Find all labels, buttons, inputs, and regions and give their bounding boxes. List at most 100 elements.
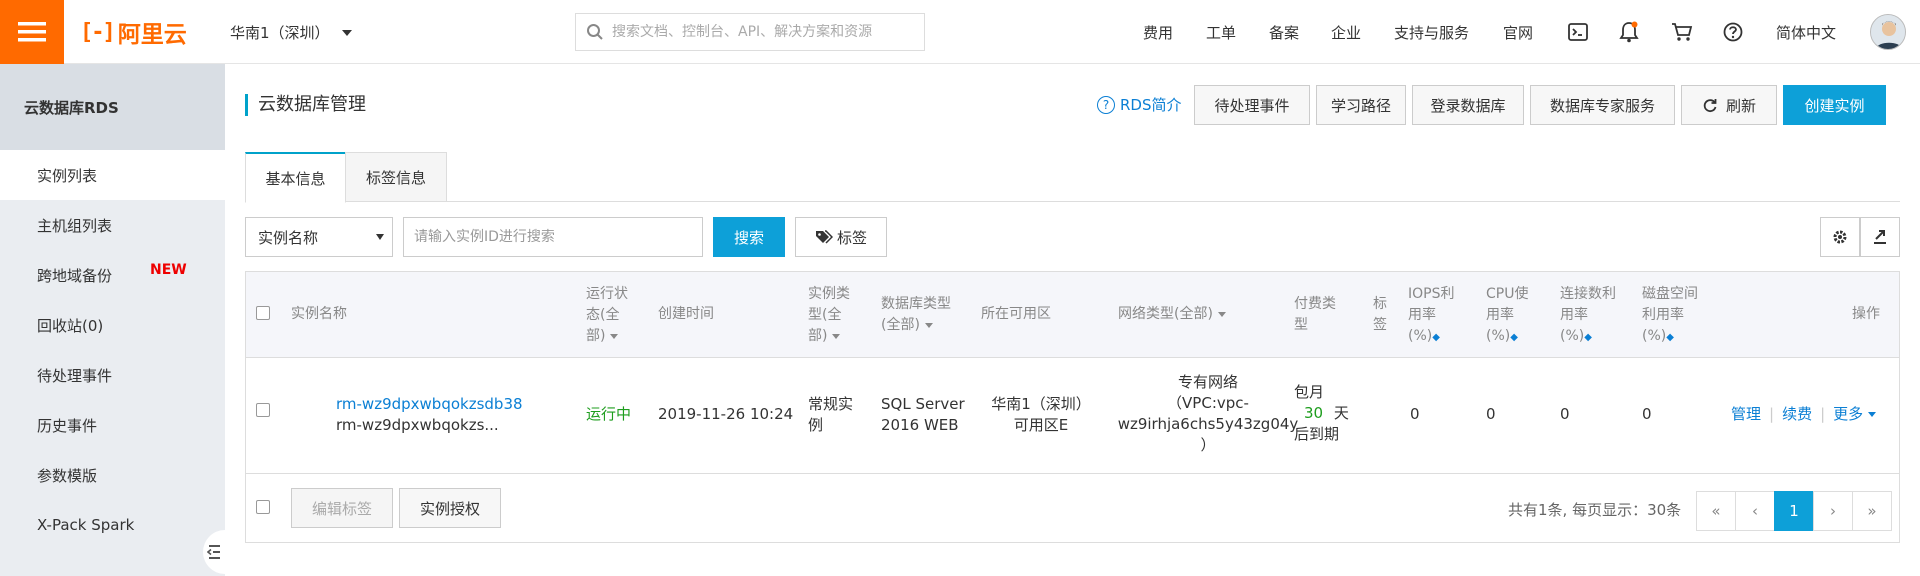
th-db-type-line: 数据库类型 (881, 296, 951, 312)
collapse-icon (207, 545, 220, 559)
nav-support-label[interactable]: 支持与服务 (1394, 22, 1469, 43)
footer-select-all-checkbox[interactable] (256, 500, 270, 514)
settings-button[interactable] (1820, 217, 1860, 257)
edit-tags-button[interactable]: 编辑标签 (291, 488, 393, 528)
th-zone: 所在可用区 (981, 306, 1051, 322)
shopping-cart-icon[interactable] (1670, 20, 1694, 44)
th-db-type[interactable]: 数据库类型 (全部) (881, 294, 951, 336)
nav-enterprise[interactable]: 企业 (1331, 0, 1361, 64)
created-time: 2019-11-26 10:24 (658, 405, 794, 423)
th-cpu[interactable]: CPU使 用率 (%)◆ (1486, 284, 1528, 348)
tag-filter-button[interactable]: 标签 (795, 217, 887, 257)
nav-billing-label[interactable]: 费用 (1143, 22, 1173, 43)
nav-official-site[interactable]: 官网 (1503, 0, 1533, 64)
pager-first[interactable]: « (1696, 491, 1736, 531)
network-line: wz9irhja6chs5y43zg04y (1117, 415, 1299, 433)
more-link[interactable]: 更多 (1833, 405, 1877, 423)
zone-line: 可用区E (1013, 416, 1069, 434)
sidebar-item-history-events[interactable]: 历史事件 (0, 400, 225, 450)
rds-intro-label: RDS简介 (1120, 96, 1182, 114)
select-all-checkbox[interactable] (256, 306, 270, 320)
pay-type: 包月 30 天 后到期 (1294, 382, 1349, 445)
sidebar-item-label: 实例列表 (37, 166, 98, 185)
row-actions: 管理 | 续费 | 更多 (1731, 404, 1877, 425)
instance-table: 实例名称 运行状 态(全 部) 创建时间 实例类 型(全 部) 数据库类型 (全… (245, 271, 1900, 543)
global-search-input[interactable] (612, 24, 912, 40)
sidebar-item-instance-list[interactable]: 实例列表 (0, 150, 225, 200)
sort-icon: ◆ (1432, 332, 1440, 343)
region-selector[interactable]: 华南1（深圳） (230, 22, 352, 43)
terminal-icon[interactable] (1566, 20, 1590, 44)
expert-service-button[interactable]: 数据库专家服务 (1530, 85, 1675, 125)
user-avatar[interactable] (1870, 14, 1906, 50)
caret-down-icon (376, 234, 384, 240)
refresh-button[interactable]: 刷新 (1681, 85, 1777, 125)
nav-tickets-label[interactable]: 工单 (1206, 22, 1236, 43)
sidebar-item-label: 待处理事件 (37, 366, 113, 385)
sidebar-item-label: 跨地域备份 (37, 266, 113, 285)
th-connections[interactable]: 连接数利 用率 (%)◆ (1560, 284, 1616, 348)
th-disk-line: (%) (1642, 328, 1667, 344)
hamburger-menu-button[interactable] (0, 0, 64, 64)
nav-billing[interactable]: 费用 (1143, 0, 1173, 64)
aliyun-logo[interactable]: [-] 阿里云 (80, 16, 187, 49)
th-pay-type: 付费类 型 (1294, 294, 1336, 336)
instance-cell: rm-wz9dpxwbqokzsdb38 rm-wz9dpxwbqokzs... (336, 394, 523, 436)
learning-path-button[interactable]: 学习路径 (1316, 85, 1406, 125)
language-switcher[interactable]: 简体中文 (1776, 0, 1836, 64)
tab-basic-info[interactable]: 基本信息 (245, 152, 346, 203)
nav-icp-label[interactable]: 备案 (1269, 22, 1299, 43)
days-remaining: 30 (1304, 404, 1324, 422)
instance-name: rm-wz9dpxwbqokzs... (336, 416, 499, 434)
sidebar-item-parameter-templates[interactable]: 参数模版 (0, 450, 225, 500)
th-iops[interactable]: IOPS利 用率 (%)◆ (1408, 284, 1454, 348)
disk-value: 0 (1642, 405, 1652, 423)
nav-official-site-label[interactable]: 官网 (1503, 22, 1533, 43)
pagination-summary: 共有1条, 每页显示：30条 (1508, 501, 1682, 519)
search-field-select-value: 实例名称 (258, 228, 319, 247)
th-network-type[interactable]: 网络类型(全部) (1118, 304, 1226, 325)
renew-link[interactable]: 续费 (1782, 405, 1812, 423)
th-cpu-line: CPU使 (1486, 286, 1529, 302)
th-disk[interactable]: 磁盘空间 利用率 (%)◆ (1642, 284, 1698, 348)
pager-prev[interactable]: ‹ (1735, 491, 1775, 531)
sidebar-item-cross-region-backup[interactable]: 跨地域备份 NEW (0, 250, 225, 300)
nav-icp[interactable]: 备案 (1269, 0, 1299, 64)
pager-next[interactable]: › (1813, 491, 1853, 531)
db-type-line: SQL Server (881, 395, 965, 413)
filter-dropdown-icon (610, 333, 619, 339)
refresh-icon (1703, 99, 1717, 113)
notification-bell-icon[interactable] (1617, 20, 1641, 44)
th-instance-type[interactable]: 实例类 型(全 部) (808, 284, 850, 347)
pager-page-1[interactable]: 1 (1774, 491, 1814, 531)
help-icon[interactable] (1721, 20, 1745, 44)
sidebar-item-recycle-bin[interactable]: 回收站(0) (0, 300, 225, 350)
th-created-time: 创建时间 (658, 306, 714, 322)
instance-id-link[interactable]: rm-wz9dpxwbqokzsdb38 (336, 394, 523, 415)
row-checkbox[interactable] (256, 403, 270, 417)
th-cpu-line: (%) (1486, 328, 1511, 344)
sidebar-item-xpack-spark[interactable]: X-Pack Spark (0, 500, 225, 550)
nav-enterprise-label[interactable]: 企业 (1331, 22, 1361, 43)
search-button[interactable]: 搜索 (713, 217, 785, 257)
nav-tickets[interactable]: 工单 (1206, 0, 1236, 64)
pager-last[interactable]: » (1852, 491, 1892, 531)
th-status[interactable]: 运行状 态(全 部) (586, 284, 628, 347)
tab-tag-info[interactable]: 标签信息 (345, 152, 447, 202)
rds-intro-link[interactable]: ? RDS简介 (1097, 94, 1182, 115)
sidebar-item-pending-events[interactable]: 待处理事件 (0, 350, 225, 400)
pending-events-button[interactable]: 待处理事件 (1194, 85, 1310, 125)
sidebar-item-host-group-list[interactable]: 主机组列表 (0, 200, 225, 250)
db-type-line: 2016 WEB (881, 416, 959, 434)
export-button[interactable] (1860, 217, 1900, 257)
create-instance-button[interactable]: 创建实例 (1783, 85, 1886, 125)
nav-support[interactable]: 支持与服务 (1394, 0, 1469, 64)
caret-down-icon (341, 29, 352, 36)
search-field-select[interactable]: 实例名称 (245, 217, 393, 257)
instance-id-search-input[interactable] (403, 217, 703, 257)
login-database-button[interactable]: 登录数据库 (1412, 85, 1524, 125)
language-label[interactable]: 简体中文 (1776, 22, 1836, 43)
manage-link[interactable]: 管理 (1731, 405, 1761, 423)
authorize-instance-button[interactable]: 实例授权 (399, 488, 501, 528)
global-search-box[interactable] (575, 13, 925, 51)
